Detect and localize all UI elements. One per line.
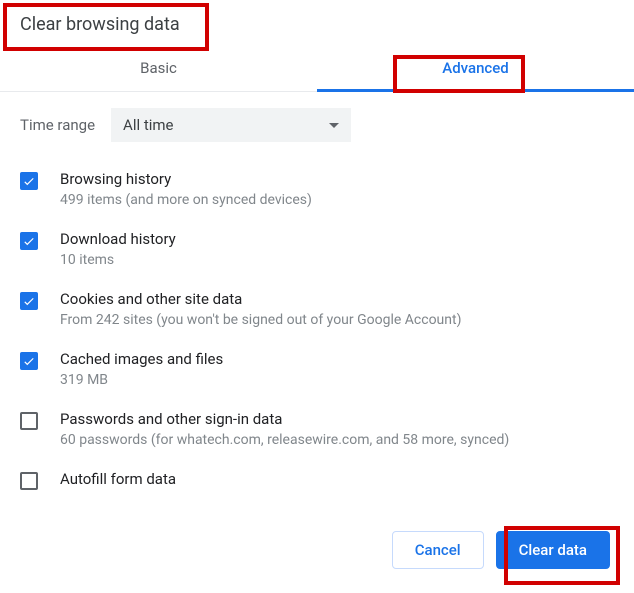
- list-item: Browsing history 499 items (and more on s…: [20, 170, 626, 208]
- checkbox[interactable]: [20, 232, 38, 250]
- tab-basic[interactable]: Basic: [0, 45, 317, 91]
- list-item: Download history 10 items: [20, 230, 626, 268]
- item-text: Autofill form data: [60, 470, 626, 492]
- tab-advanced[interactable]: Advanced: [317, 45, 634, 91]
- tabs: Basic Advanced: [0, 45, 634, 92]
- list-item: Passwords and other sign-in data 60 passw…: [20, 410, 626, 448]
- clear-data-button[interactable]: Clear data: [496, 531, 610, 569]
- timerange-value: All time: [123, 116, 173, 134]
- dialog-footer: Cancel Clear data: [0, 511, 634, 593]
- timerange-row: Time range All time: [20, 108, 626, 142]
- checkbox[interactable]: [20, 172, 38, 190]
- item-title: Autofill form data: [60, 470, 626, 488]
- list-item: Cookies and other site data From 242 site…: [20, 290, 626, 328]
- item-text: Passwords and other sign-in data 60 passw…: [60, 410, 626, 448]
- content-scroll[interactable]: Time range All time Browsing history 499 …: [0, 92, 634, 492]
- cancel-button[interactable]: Cancel: [392, 531, 484, 569]
- timerange-label: Time range: [20, 116, 95, 134]
- timerange-select[interactable]: All time: [111, 108, 351, 142]
- item-title: Cookies and other site data: [60, 290, 626, 308]
- item-text: Download history 10 items: [60, 230, 626, 268]
- item-text: Cookies and other site data From 242 site…: [60, 290, 626, 328]
- checkbox[interactable]: [20, 352, 38, 370]
- item-title: Passwords and other sign-in data: [60, 410, 626, 428]
- item-desc: 319 MB: [60, 372, 626, 388]
- list-item: Cached images and files 319 MB: [20, 350, 626, 388]
- list-item: Autofill form data: [20, 470, 626, 492]
- item-text: Cached images and files 319 MB: [60, 350, 626, 388]
- chevron-down-icon: [329, 123, 339, 128]
- item-desc: From 242 sites (you won't be signed out …: [60, 312, 626, 328]
- checkbox[interactable]: [20, 472, 38, 490]
- item-desc: 499 items (and more on synced devices): [60, 192, 626, 208]
- checkbox[interactable]: [20, 292, 38, 310]
- item-desc: 60 passwords (for whatech.com, releasewi…: [60, 432, 626, 448]
- item-text: Browsing history 499 items (and more on s…: [60, 170, 626, 208]
- item-title: Download history: [60, 230, 626, 248]
- checkbox[interactable]: [20, 412, 38, 430]
- item-desc: 10 items: [60, 252, 626, 268]
- item-title: Browsing history: [60, 170, 626, 188]
- dialog-title: Clear browsing data: [0, 0, 634, 45]
- item-title: Cached images and files: [60, 350, 626, 368]
